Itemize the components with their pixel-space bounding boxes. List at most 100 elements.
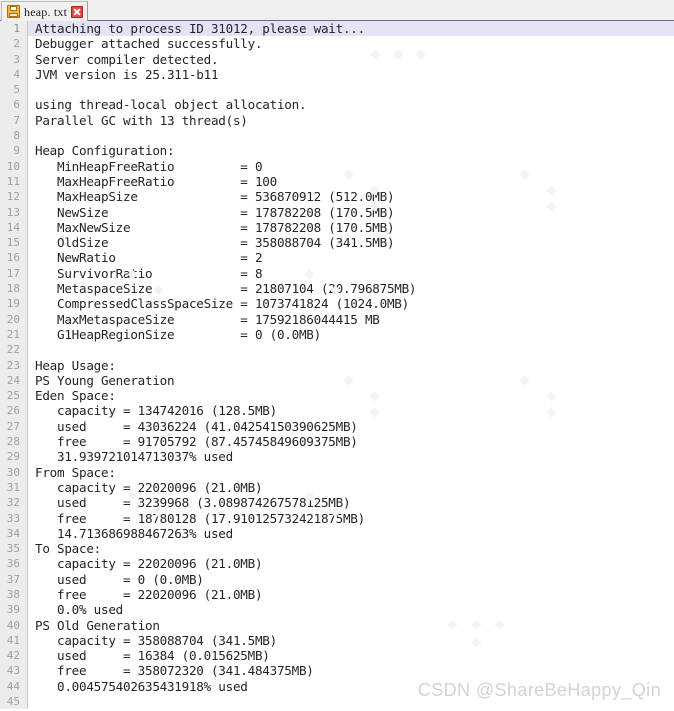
line-number: 13 bbox=[0, 204, 28, 220]
code-line[interactable]: 35 To Space: bbox=[0, 541, 674, 557]
code-line[interactable]: 9 Heap Configuration: bbox=[0, 143, 674, 159]
code-line[interactable]: 42 used = 16384 (0.015625MB) bbox=[0, 648, 674, 664]
line-text[interactable]: free = 358072320 (341.484375MB) bbox=[28, 663, 674, 678]
line-number: 18 bbox=[0, 281, 28, 297]
line-text[interactable]: Attaching to process ID 31012, please wa… bbox=[28, 21, 674, 36]
code-line[interactable]: 14 MaxNewSize = 178782208 (170.5MB) bbox=[0, 219, 674, 236]
code-line[interactable]: 4 JVM version is 25.311-b11 bbox=[0, 66, 674, 83]
code-line[interactable]: 32 used = 3239968 (3.089874267578125MB) bbox=[0, 495, 674, 511]
code-line[interactable]: 44 0.004575402635431918% used bbox=[0, 678, 674, 695]
code-line[interactable]: 12 MaxHeapSize = 536870912 (512.0MB) bbox=[0, 189, 674, 205]
code-line[interactable]: 5 bbox=[0, 82, 674, 98]
code-line[interactable]: 38 free = 22020096 (21.0MB) bbox=[0, 586, 674, 603]
code-line[interactable]: 19 CompressedClassSpaceSize = 1073741824… bbox=[0, 296, 674, 312]
line-text[interactable]: 0.0% used bbox=[28, 602, 674, 617]
line-text[interactable]: free = 22020096 (21.0MB) bbox=[28, 587, 674, 602]
code-line[interactable]: 37 used = 0 (0.0MB) bbox=[0, 571, 674, 587]
line-text[interactable]: 0.004575402635431918% used bbox=[28, 679, 674, 694]
code-line[interactable]: 27 used = 43036224 (41.04254150390625MB) bbox=[0, 418, 674, 435]
code-line[interactable]: 31 capacity = 22020096 (21.0MB) bbox=[0, 479, 674, 496]
line-text[interactable]: G1HeapRegionSize = 0 (0.0MB) bbox=[28, 327, 674, 342]
line-text[interactable] bbox=[28, 82, 674, 97]
code-line[interactable]: 7 Parallel GC with 13 thread(s) bbox=[0, 112, 674, 129]
line-text[interactable] bbox=[28, 694, 674, 709]
code-line[interactable]: 29 31.939721014713037% used bbox=[0, 449, 674, 465]
line-text[interactable]: From Space: bbox=[28, 465, 674, 480]
line-text[interactable]: capacity = 22020096 (21.0MB) bbox=[28, 480, 674, 495]
code-line[interactable]: 6 using thread-local object allocation. bbox=[0, 97, 674, 113]
code-line[interactable]: 24 PS Young Generation bbox=[0, 372, 674, 389]
line-number: 44 bbox=[0, 678, 28, 695]
line-number: 12 bbox=[0, 189, 28, 205]
tab-heap-txt[interactable]: heap. txt bbox=[1, 1, 89, 21]
editor-pane[interactable]: 1 Attaching to process ID 31012, please w… bbox=[0, 21, 674, 711]
line-text[interactable]: capacity = 22020096 (21.0MB) bbox=[28, 556, 674, 571]
line-text[interactable]: capacity = 358088704 (341.5MB) bbox=[28, 633, 674, 648]
code-line[interactable]: 33 free = 18780128 (17.910125732421875MB… bbox=[0, 510, 674, 526]
code-line[interactable]: 16 NewRatio = 2 bbox=[0, 250, 674, 266]
line-text[interactable]: MaxMetaspaceSize = 17592186044415 MB bbox=[28, 312, 674, 327]
code-line[interactable]: 30 From Space: bbox=[0, 464, 674, 480]
code-line[interactable]: 43 free = 358072320 (341.484375MB) bbox=[0, 663, 674, 679]
code-line[interactable]: 3 Server compiler detected. bbox=[0, 51, 674, 67]
line-text[interactable]: OldSize = 358088704 (341.5MB) bbox=[28, 235, 674, 250]
code-line[interactable]: 25 Eden Space: bbox=[0, 388, 674, 404]
line-text[interactable]: used = 3239968 (3.089874267578125MB) bbox=[28, 495, 674, 510]
code-line[interactable]: 28 free = 91705792 (87.45745849609375MB) bbox=[0, 434, 674, 450]
line-text[interactable]: MinHeapFreeRatio = 0 bbox=[28, 159, 674, 174]
line-text[interactable]: capacity = 134742016 (128.5MB) bbox=[28, 403, 674, 418]
line-number: 16 bbox=[0, 250, 28, 266]
line-text[interactable]: free = 18780128 (17.910125732421875MB) bbox=[28, 511, 674, 526]
code-line[interactable]: 41 capacity = 358088704 (341.5MB) bbox=[0, 632, 674, 649]
code-line[interactable]: 11 MaxHeapFreeRatio = 100 bbox=[0, 173, 674, 190]
code-line[interactable]: 2 Debugger attached successfully. bbox=[0, 36, 674, 52]
line-text[interactable]: used = 16384 (0.015625MB) bbox=[28, 648, 674, 663]
code-line[interactable]: 39 0.0% used bbox=[0, 602, 674, 618]
line-text[interactable]: MaxNewSize = 178782208 (170.5MB) bbox=[28, 220, 674, 235]
line-text[interactable]: MaxHeapFreeRatio = 100 bbox=[28, 174, 674, 189]
line-text[interactable]: MaxHeapSize = 536870912 (512.0MB) bbox=[28, 189, 674, 204]
code-line[interactable]: 18 MetaspaceSize = 21807104 (20.796875MB… bbox=[0, 281, 674, 297]
code-line[interactable]: 15 OldSize = 358088704 (341.5MB) bbox=[0, 235, 674, 251]
line-text[interactable]: 14.713686988467263% used bbox=[28, 526, 674, 541]
line-text[interactable]: PS Young Generation bbox=[28, 373, 674, 388]
line-text[interactable]: free = 91705792 (87.45745849609375MB) bbox=[28, 434, 674, 449]
line-text[interactable]: Server compiler detected. bbox=[28, 52, 674, 67]
code-line[interactable]: 8 bbox=[0, 128, 674, 144]
code-line[interactable]: 23 Heap Usage: bbox=[0, 357, 674, 373]
code-line[interactable]: 21 G1HeapRegionSize = 0 (0.0MB) bbox=[0, 326, 674, 343]
line-text[interactable]: PS Old Generation bbox=[28, 618, 674, 633]
line-text[interactable]: 31.939721014713037% used bbox=[28, 449, 674, 464]
line-text[interactable]: NewSize = 178782208 (170.5MB) bbox=[28, 205, 674, 220]
line-text[interactable] bbox=[28, 342, 674, 357]
line-text[interactable]: CompressedClassSpaceSize = 1073741824 (1… bbox=[28, 296, 674, 311]
line-text[interactable]: MetaspaceSize = 21807104 (20.796875MB) bbox=[28, 281, 674, 296]
line-text[interactable]: using thread-local object allocation. bbox=[28, 97, 674, 112]
line-text[interactable]: Debugger attached successfully. bbox=[28, 36, 674, 51]
code-line[interactable]: 26 capacity = 134742016 (128.5MB) bbox=[0, 403, 674, 419]
code-line[interactable]: 13 NewSize = 178782208 (170.5MB) bbox=[0, 204, 674, 220]
code-line[interactable]: 22 bbox=[0, 342, 674, 358]
line-text[interactable]: Eden Space: bbox=[28, 388, 674, 403]
line-text[interactable]: Parallel GC with 13 thread(s) bbox=[28, 113, 674, 128]
code-line[interactable]: 20 MaxMetaspaceSize = 17592186044415 MB bbox=[0, 311, 674, 327]
code-line[interactable]: 34 14.713686988467263% used bbox=[0, 525, 674, 542]
line-text[interactable]: Heap Usage: bbox=[28, 358, 674, 373]
close-icon[interactable] bbox=[71, 5, 84, 18]
line-text[interactable] bbox=[28, 128, 674, 143]
line-text[interactable]: used = 43036224 (41.04254150390625MB) bbox=[28, 419, 674, 434]
line-text[interactable]: JVM version is 25.311-b11 bbox=[28, 67, 674, 82]
line-text[interactable]: Heap Configuration: bbox=[28, 143, 674, 158]
line-number: 17 bbox=[0, 265, 28, 282]
code-line[interactable]: 17 SurvivorRatio = 8 bbox=[0, 265, 674, 282]
code-line[interactable]: 10 MinHeapFreeRatio = 0 bbox=[0, 158, 674, 174]
line-text[interactable]: used = 0 (0.0MB) bbox=[28, 572, 674, 587]
code-line[interactable]: 45 bbox=[0, 694, 674, 710]
code-line[interactable]: 40 PS Old Generation bbox=[0, 617, 674, 633]
line-text[interactable]: SurvivorRatio = 8 bbox=[28, 266, 674, 281]
line-text[interactable]: NewRatio = 2 bbox=[28, 250, 674, 265]
code-line[interactable]: 1 Attaching to process ID 31012, please w… bbox=[0, 21, 674, 37]
line-text[interactable]: To Space: bbox=[28, 541, 674, 556]
code-area[interactable]: 1 Attaching to process ID 31012, please w… bbox=[0, 21, 674, 711]
code-line[interactable]: 36 capacity = 22020096 (21.0MB) bbox=[0, 556, 674, 572]
